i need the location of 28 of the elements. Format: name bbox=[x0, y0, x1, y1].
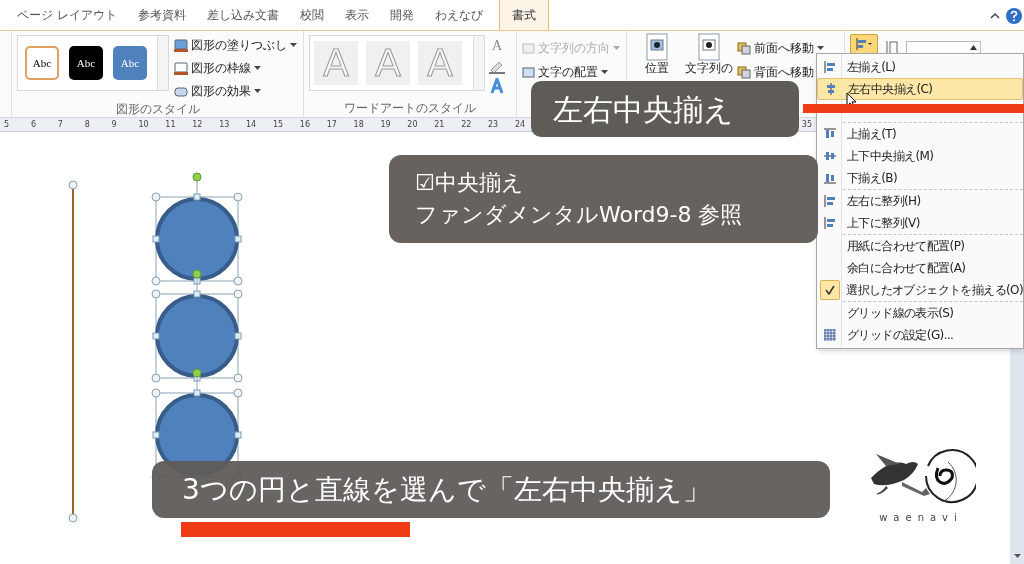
ruler-number: 11 bbox=[165, 120, 177, 129]
ruler-number: 17 bbox=[326, 120, 338, 129]
ruler-number: 12 bbox=[192, 120, 204, 129]
ruler-number: 16 bbox=[299, 120, 311, 129]
ruler-number: 10 bbox=[138, 120, 150, 129]
ruler-number: 22 bbox=[461, 120, 473, 129]
ruler-number: 14 bbox=[246, 120, 258, 129]
caption: 左右中央揃え bbox=[531, 81, 799, 137]
ruler-number: 5 bbox=[4, 120, 11, 129]
ruler-number: 18 bbox=[353, 120, 365, 129]
ruler-number: 13 bbox=[219, 120, 231, 129]
ruler-number: 21 bbox=[434, 120, 446, 129]
group-label: ワードアートのスタイル bbox=[344, 100, 476, 117]
ruler-number: 7 bbox=[57, 120, 64, 129]
ruler-number: 8 bbox=[84, 120, 91, 129]
ruler-number: 9 bbox=[111, 120, 118, 129]
ruler-number: 6 bbox=[30, 120, 37, 129]
ruler-number: 15 bbox=[272, 120, 285, 129]
note-text: ファンダメンタルWord9-8 参照 bbox=[415, 201, 744, 229]
group-label: 図形のスタイル bbox=[115, 101, 200, 118]
subtitle-caption: 3つの円と直線を選んで「左右中央揃え」 bbox=[152, 461, 830, 518]
logo-text: waenavi bbox=[879, 511, 963, 525]
note-text: ☑中央揃え bbox=[415, 169, 525, 197]
ruler-number: 24 bbox=[514, 120, 527, 129]
ruler-number: 35 bbox=[801, 120, 812, 129]
ruler-number: 23 bbox=[488, 120, 500, 129]
ruler-number: 19 bbox=[380, 120, 392, 129]
ruler-number: 20 bbox=[407, 120, 419, 129]
